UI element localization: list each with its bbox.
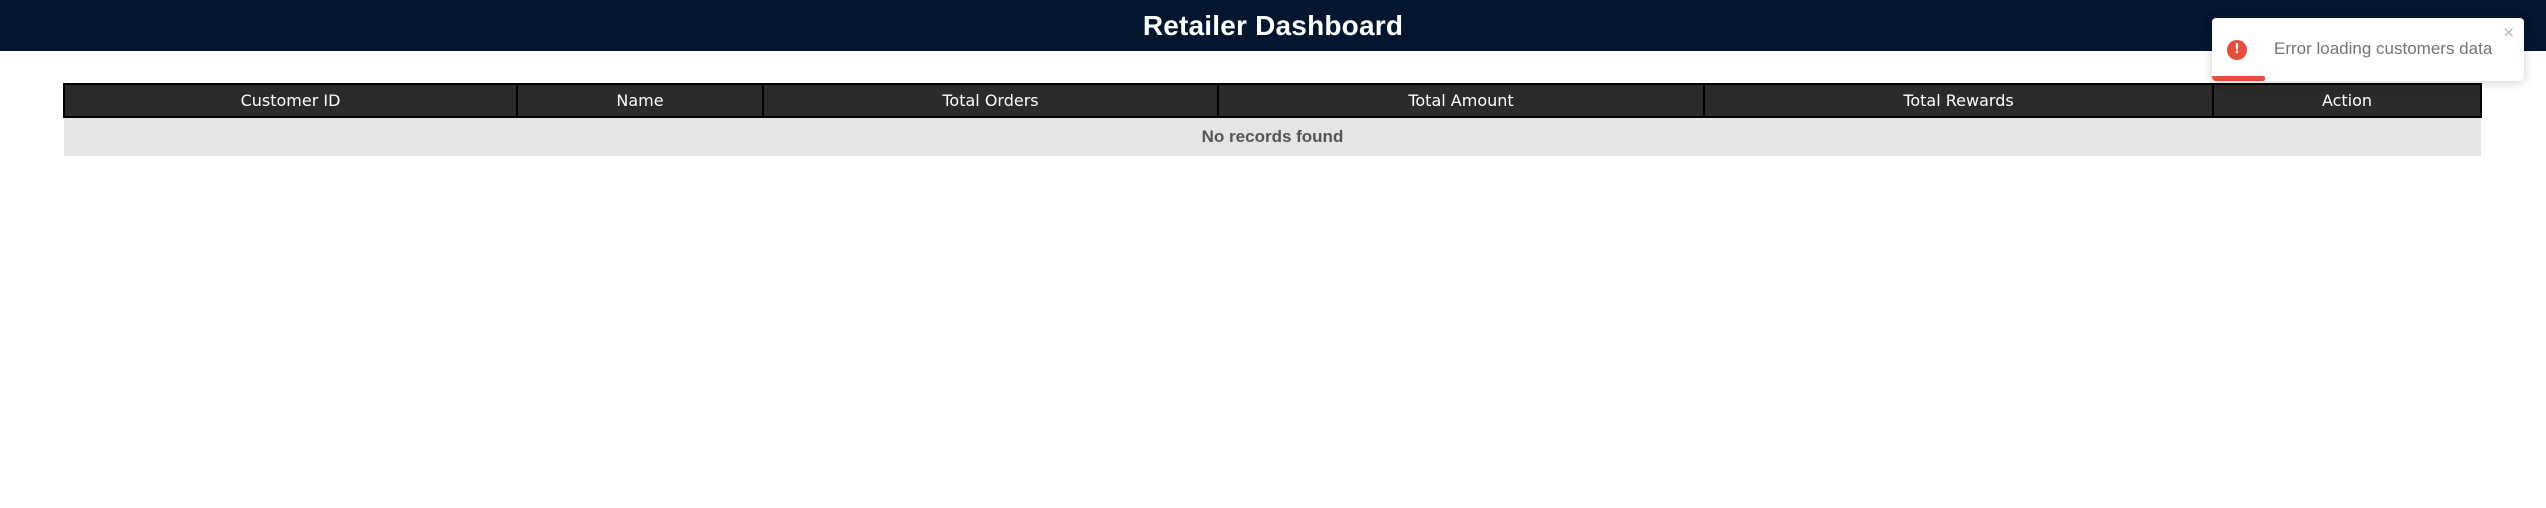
toast-message: Error loading customers data bbox=[2274, 39, 2493, 58]
page-title: Retailer Dashboard bbox=[1142, 9, 1404, 41]
column-header-action: Action bbox=[2212, 83, 2482, 118]
column-header-total-orders: Total Orders bbox=[762, 83, 1219, 118]
table-header-row: Customer ID Name Total Orders Total Amou… bbox=[63, 83, 2482, 118]
error-toast[interactable]: ! Error loading customers data × bbox=[2212, 18, 2524, 81]
close-icon[interactable]: × bbox=[2502, 23, 2515, 41]
toast-progress-bar bbox=[2212, 76, 2266, 81]
column-header-total-rewards: Total Rewards bbox=[1703, 83, 2214, 118]
customers-table: Customer ID Name Total Orders Total Amou… bbox=[63, 83, 2482, 156]
column-header-name: Name bbox=[516, 83, 764, 118]
no-records-message: No records found bbox=[64, 117, 2481, 156]
empty-row: No records found bbox=[64, 117, 2481, 156]
app-header: Retailer Dashboard bbox=[0, 0, 2546, 51]
error-icon: ! bbox=[2227, 40, 2247, 60]
customers-table-container: Customer ID Name Total Orders Total Amou… bbox=[63, 83, 2482, 156]
column-header-customer-id: Customer ID bbox=[63, 83, 518, 118]
column-header-total-amount: Total Amount bbox=[1217, 83, 1705, 118]
